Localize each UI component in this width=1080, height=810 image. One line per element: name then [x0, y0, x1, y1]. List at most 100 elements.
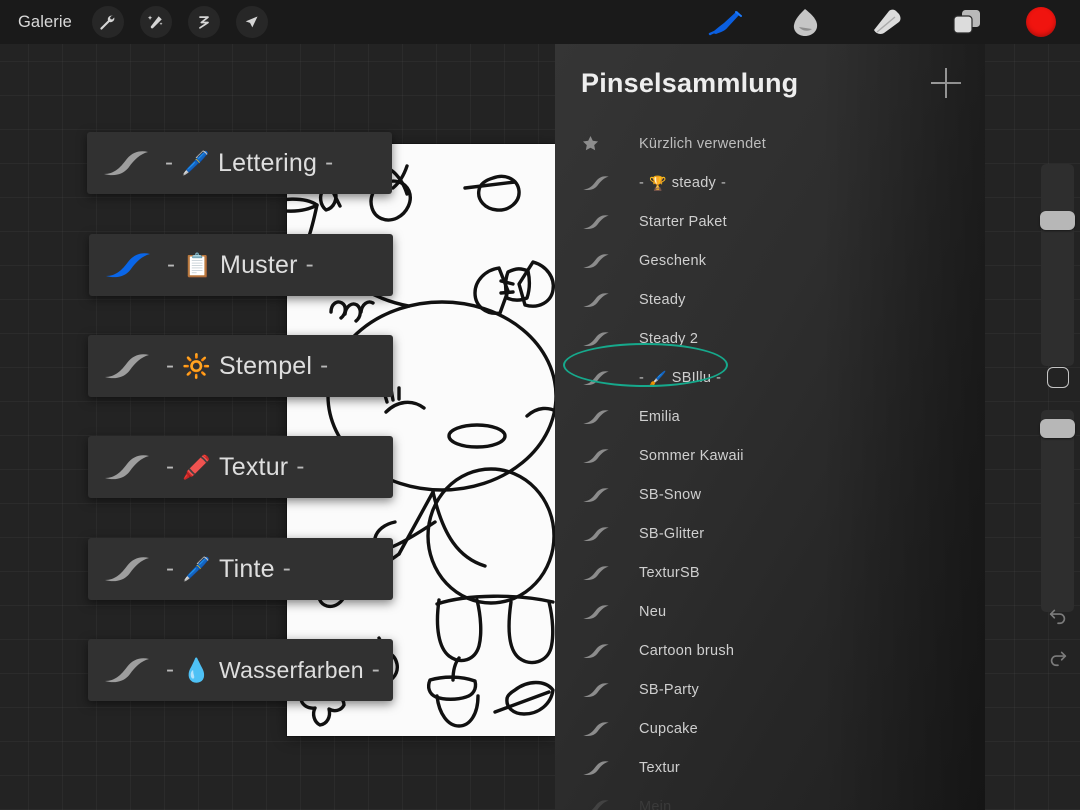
list-item-label: Steady 2	[639, 330, 699, 347]
brush-size-slider[interactable]	[1041, 164, 1074, 366]
paintbrush-tool-button[interactable]	[706, 7, 748, 37]
dash-prefix: -	[639, 174, 645, 191]
color-swatch-button[interactable]	[1026, 7, 1056, 37]
brush-stroke-icon	[581, 680, 617, 700]
opacity-slider-thumb[interactable]	[1040, 419, 1075, 438]
list-item-label: - 🖌️ SBIllu -	[617, 370, 721, 386]
list-item-label: Cupcake	[639, 720, 698, 737]
fountain-pen-icon: 🖊️	[182, 555, 212, 582]
list-item-steady-2[interactable]: Steady 2	[555, 319, 985, 358]
bright-button-icon: 🔆	[182, 352, 212, 379]
undo-button[interactable]	[1046, 604, 1070, 626]
dash-suffix: -	[721, 174, 727, 191]
toolbar-right-group	[706, 7, 1080, 37]
brush-set-list[interactable]: Kürzlich verwendet - 🏆 steady - Starter …	[555, 122, 985, 810]
list-item-label: TexturSB	[639, 564, 700, 581]
brush-stroke-icon	[581, 641, 617, 661]
brush-set-item-label: - 🔆 Stempel -	[166, 352, 328, 381]
layers-button[interactable]	[946, 7, 988, 37]
brush-set-item-wasserfarben[interactable]: - 💧 Wasserfarben -	[88, 639, 393, 701]
droplet-icon: 💧	[182, 656, 212, 683]
brush-stroke-icon	[581, 524, 617, 544]
selection-icon	[196, 14, 212, 31]
brush-stroke-icon	[581, 368, 617, 388]
brush-set-item-stempel[interactable]: - 🔆 Stempel -	[88, 335, 393, 397]
brush-stroke-icon	[581, 251, 617, 271]
brush-set-item-tinte[interactable]: - 🖊️ Tinte -	[88, 538, 393, 600]
brush-stroke-icon	[581, 563, 617, 583]
wrench-icon	[99, 14, 116, 31]
actions-button[interactable]	[91, 6, 124, 38]
smudge-tool-button[interactable]	[786, 7, 828, 37]
label-text: Muster	[220, 250, 298, 279]
clipboard-icon: 📋	[183, 251, 213, 278]
list-item-steady-trophy[interactable]: - 🏆 steady -	[555, 163, 985, 202]
selection-button[interactable]	[187, 6, 220, 38]
tool-sidebar	[1035, 164, 1080, 680]
dash-suffix: -	[371, 656, 380, 683]
list-item-label: Emilia	[639, 408, 680, 425]
list-item-sbillu[interactable]: - 🖌️ SBIllu -	[555, 343, 985, 397]
brush-size-slider-thumb[interactable]	[1040, 211, 1075, 230]
brush-stroke-icon	[581, 797, 617, 810]
eraser-icon	[868, 7, 906, 37]
list-item-label: SB-Snow	[639, 486, 702, 503]
brush-stroke-icon	[88, 552, 166, 586]
trophy-icon: 🏆	[649, 174, 667, 191]
adjustments-button[interactable]	[139, 6, 172, 38]
eraser-tool-button[interactable]	[866, 7, 908, 37]
brush-set-item-lettering[interactable]: - 🖊️ Lettering -	[87, 132, 392, 194]
redo-button[interactable]	[1046, 646, 1070, 668]
modify-button[interactable]	[1047, 367, 1069, 388]
list-item-label: Mein	[639, 798, 672, 810]
brush-stroke-icon	[581, 602, 617, 622]
list-item-sb-party[interactable]: SB-Party	[555, 670, 985, 709]
list-item-textursb[interactable]: TexturSB	[555, 553, 985, 592]
gallery-button[interactable]: Galerie	[18, 13, 76, 32]
dash-prefix: -	[166, 352, 175, 379]
brush-stroke-icon	[581, 485, 617, 505]
brush-set-item-muster[interactable]: - 📋 Muster -	[89, 234, 393, 296]
list-item-recently-used[interactable]: Kürzlich verwendet	[555, 124, 985, 163]
list-item-textur[interactable]: Textur	[555, 748, 985, 787]
brush-stroke-icon	[581, 446, 617, 466]
transform-button[interactable]	[235, 6, 268, 38]
label-text: Stempel	[219, 351, 313, 380]
brush-stroke-icon	[581, 329, 617, 349]
brush-set-item-textur[interactable]: - 🖍️ Textur -	[88, 436, 393, 498]
list-item-label: Geschenk	[639, 252, 707, 269]
dash-suffix: -	[305, 251, 314, 278]
brush-stroke-icon	[581, 212, 617, 232]
list-item-sb-glitter[interactable]: SB-Glitter	[555, 514, 985, 553]
brush-stroke-icon	[88, 349, 166, 383]
list-item-steady[interactable]: Steady	[555, 280, 985, 319]
list-item-label: SB-Glitter	[639, 525, 705, 542]
list-item-label: Starter Paket	[639, 213, 727, 230]
paintbrush-icon	[707, 7, 747, 37]
list-item-mein[interactable]: Mein	[555, 787, 985, 810]
list-item-starter-paket[interactable]: Starter Paket	[555, 202, 985, 241]
dash-prefix: -	[166, 453, 175, 480]
list-item-sommer-kawaii[interactable]: Sommer Kawaii	[555, 436, 985, 475]
magic-wand-icon	[147, 14, 164, 31]
list-item-cartoon-brush[interactable]: Cartoon brush	[555, 631, 985, 670]
list-item-label: SB-Party	[639, 681, 700, 698]
brush-set-item-label: - 🖍️ Textur -	[166, 453, 305, 482]
label-text: Lettering	[218, 148, 318, 177]
dash-prefix: -	[166, 555, 175, 582]
brush-library-header: Pinselsammlung	[555, 44, 985, 122]
list-item-cupcake[interactable]: Cupcake	[555, 709, 985, 748]
toolbar-left-group: Galerie	[0, 6, 268, 38]
fountain-pen-icon: 🖊️	[181, 149, 211, 176]
list-item-neu[interactable]: Neu	[555, 592, 985, 631]
list-item-emilia[interactable]: Emilia	[555, 397, 985, 436]
list-item-label: Neu	[639, 603, 667, 620]
opacity-slider[interactable]	[1041, 410, 1074, 612]
list-item-sb-snow[interactable]: SB-Snow	[555, 475, 985, 514]
label-text: SBIllu	[671, 369, 712, 386]
list-item-geschenk[interactable]: Geschenk	[555, 241, 985, 280]
list-item-label: Sommer Kawaii	[639, 447, 744, 464]
add-brush-set-button[interactable]	[931, 68, 961, 98]
layers-icon	[950, 7, 984, 37]
brush-stroke-icon	[89, 248, 167, 282]
